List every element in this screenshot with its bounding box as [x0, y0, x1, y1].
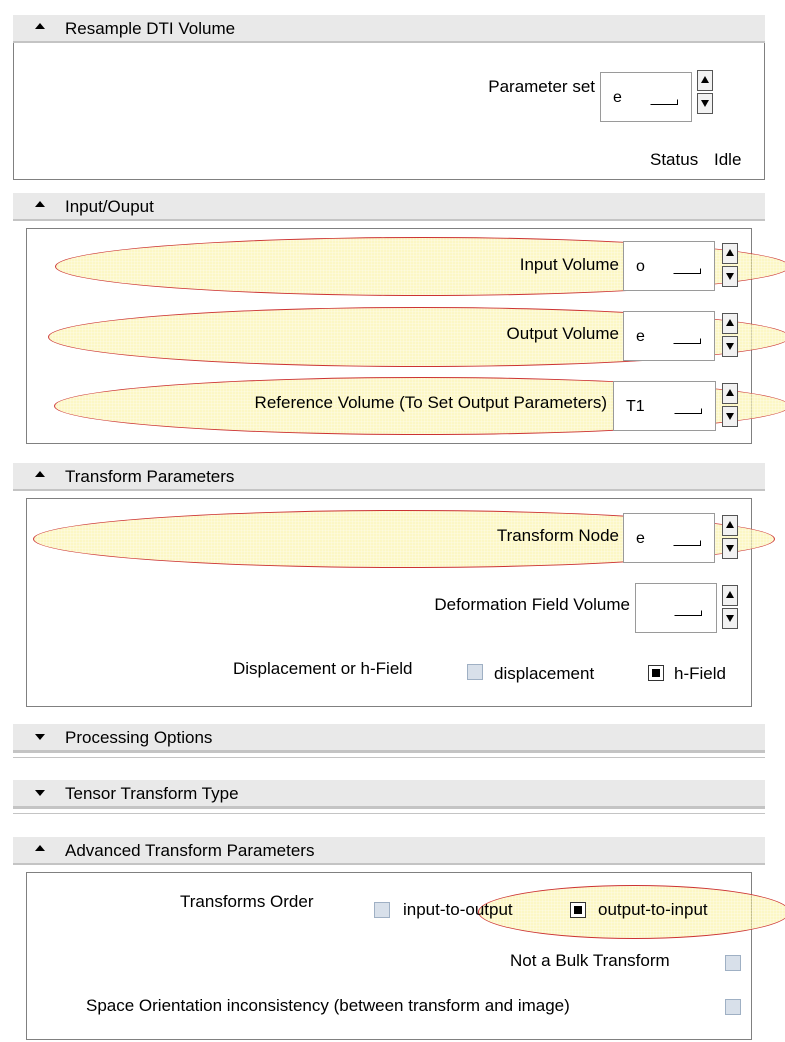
parameter-set-menu[interactable]: e [600, 72, 692, 122]
spin-down-icon[interactable] [722, 266, 738, 287]
spin-up-icon[interactable] [722, 515, 738, 536]
menu-indicator-icon [673, 268, 701, 274]
transforms-order-label: Transforms Order [180, 892, 314, 911]
section-title: Advanced Transform Parameters [65, 841, 315, 860]
resample-dti-header[interactable]: Resample DTI Volume [13, 15, 765, 43]
reference-volume-value: T1 [626, 398, 645, 415]
spin-down-icon[interactable] [722, 336, 738, 357]
output-volume-label: Output Volume [506, 324, 619, 343]
spin-down-icon[interactable] [697, 93, 713, 114]
displacement-label: Displacement or h-Field [233, 659, 413, 678]
input-volume-spinner[interactable] [722, 243, 738, 287]
displacement-radio[interactable] [467, 664, 483, 680]
output-to-input-label: output-to-input [598, 900, 708, 919]
displacement-option-label: displacement [494, 664, 595, 683]
space-orientation-label: Space Orientation inconsistency (between… [86, 996, 570, 1015]
section-tensor-transform-type-header[interactable]: Tensor Transform Type [13, 780, 765, 814]
transform-node-spinner[interactable] [722, 515, 738, 559]
output-volume-menu[interactable]: e [623, 311, 715, 361]
spin-down-icon[interactable] [722, 538, 738, 559]
status-value: Idle [714, 150, 742, 169]
input-to-output-radio[interactable] [374, 902, 390, 918]
section-processing-options-header[interactable]: Processing Options [13, 724, 765, 758]
h-field-radio[interactable] [648, 665, 664, 681]
space-orientation-checkbox[interactable] [725, 999, 741, 1015]
menu-indicator-icon [673, 338, 701, 344]
menu-indicator-icon [673, 540, 701, 546]
module-title: Resample DTI Volume [65, 19, 236, 38]
collapse-arrow-icon [35, 845, 45, 851]
reference-volume-label: Reference Volume (To Set Output Paramete… [254, 393, 607, 412]
spin-up-icon[interactable] [722, 243, 738, 264]
input-volume-value: o [636, 258, 645, 275]
section-title: Transform Parameters [65, 467, 235, 486]
input-to-output-label: input-to-output [403, 900, 513, 919]
reference-volume-spinner[interactable] [722, 383, 738, 427]
transform-node-label: Transform Node [496, 526, 619, 545]
section-title: Processing Options [65, 728, 213, 747]
parameter-set-label: Parameter set [488, 77, 595, 96]
section-divider [13, 752, 765, 758]
section-transform-parameters-header[interactable]: Transform Parameters [13, 463, 765, 491]
spin-down-icon[interactable] [722, 608, 738, 629]
menu-indicator-icon [674, 610, 702, 616]
expand-arrow-icon [35, 734, 45, 740]
output-volume-value: e [636, 328, 645, 345]
input-volume-menu[interactable]: o [623, 241, 715, 291]
parameter-set-value: e [613, 89, 622, 106]
collapse-arrow-icon [35, 471, 45, 477]
spin-up-icon[interactable] [722, 383, 738, 404]
collapse-arrow-icon [35, 201, 45, 207]
h-field-option-label: h-Field [674, 664, 726, 683]
output-volume-spinner[interactable] [722, 313, 738, 357]
spin-up-icon[interactable] [722, 313, 738, 334]
collapse-arrow-icon [35, 23, 45, 29]
section-title: Input/Ouput [65, 197, 154, 216]
menu-indicator-icon [650, 99, 678, 105]
menu-indicator-icon [674, 408, 702, 414]
status-label: Status [650, 150, 699, 169]
parameter-set-spinner[interactable] [697, 70, 713, 114]
input-volume-label: Input Volume [519, 255, 619, 274]
spin-up-icon[interactable] [722, 585, 738, 606]
spin-down-icon[interactable] [722, 406, 738, 427]
transform-node-value: e [636, 530, 645, 547]
section-title: Tensor Transform Type [65, 784, 239, 803]
section-advanced-transform-header[interactable]: Advanced Transform Parameters [13, 837, 765, 865]
section-input-output-header[interactable]: Input/Ouput [13, 193, 765, 221]
not-bulk-checkbox[interactable] [725, 955, 741, 971]
expand-arrow-icon [35, 790, 45, 796]
spin-up-icon[interactable] [697, 70, 713, 91]
deformation-field-label: Deformation Field Volume [434, 595, 630, 614]
not-bulk-label: Not a Bulk Transform [510, 951, 670, 970]
deformation-field-spinner[interactable] [722, 585, 738, 629]
output-to-input-radio[interactable] [570, 902, 586, 918]
transform-node-menu[interactable]: e [623, 513, 715, 563]
deformation-field-menu[interactable] [635, 583, 717, 633]
reference-volume-menu[interactable]: T1 [613, 381, 716, 431]
section-divider [13, 808, 765, 814]
